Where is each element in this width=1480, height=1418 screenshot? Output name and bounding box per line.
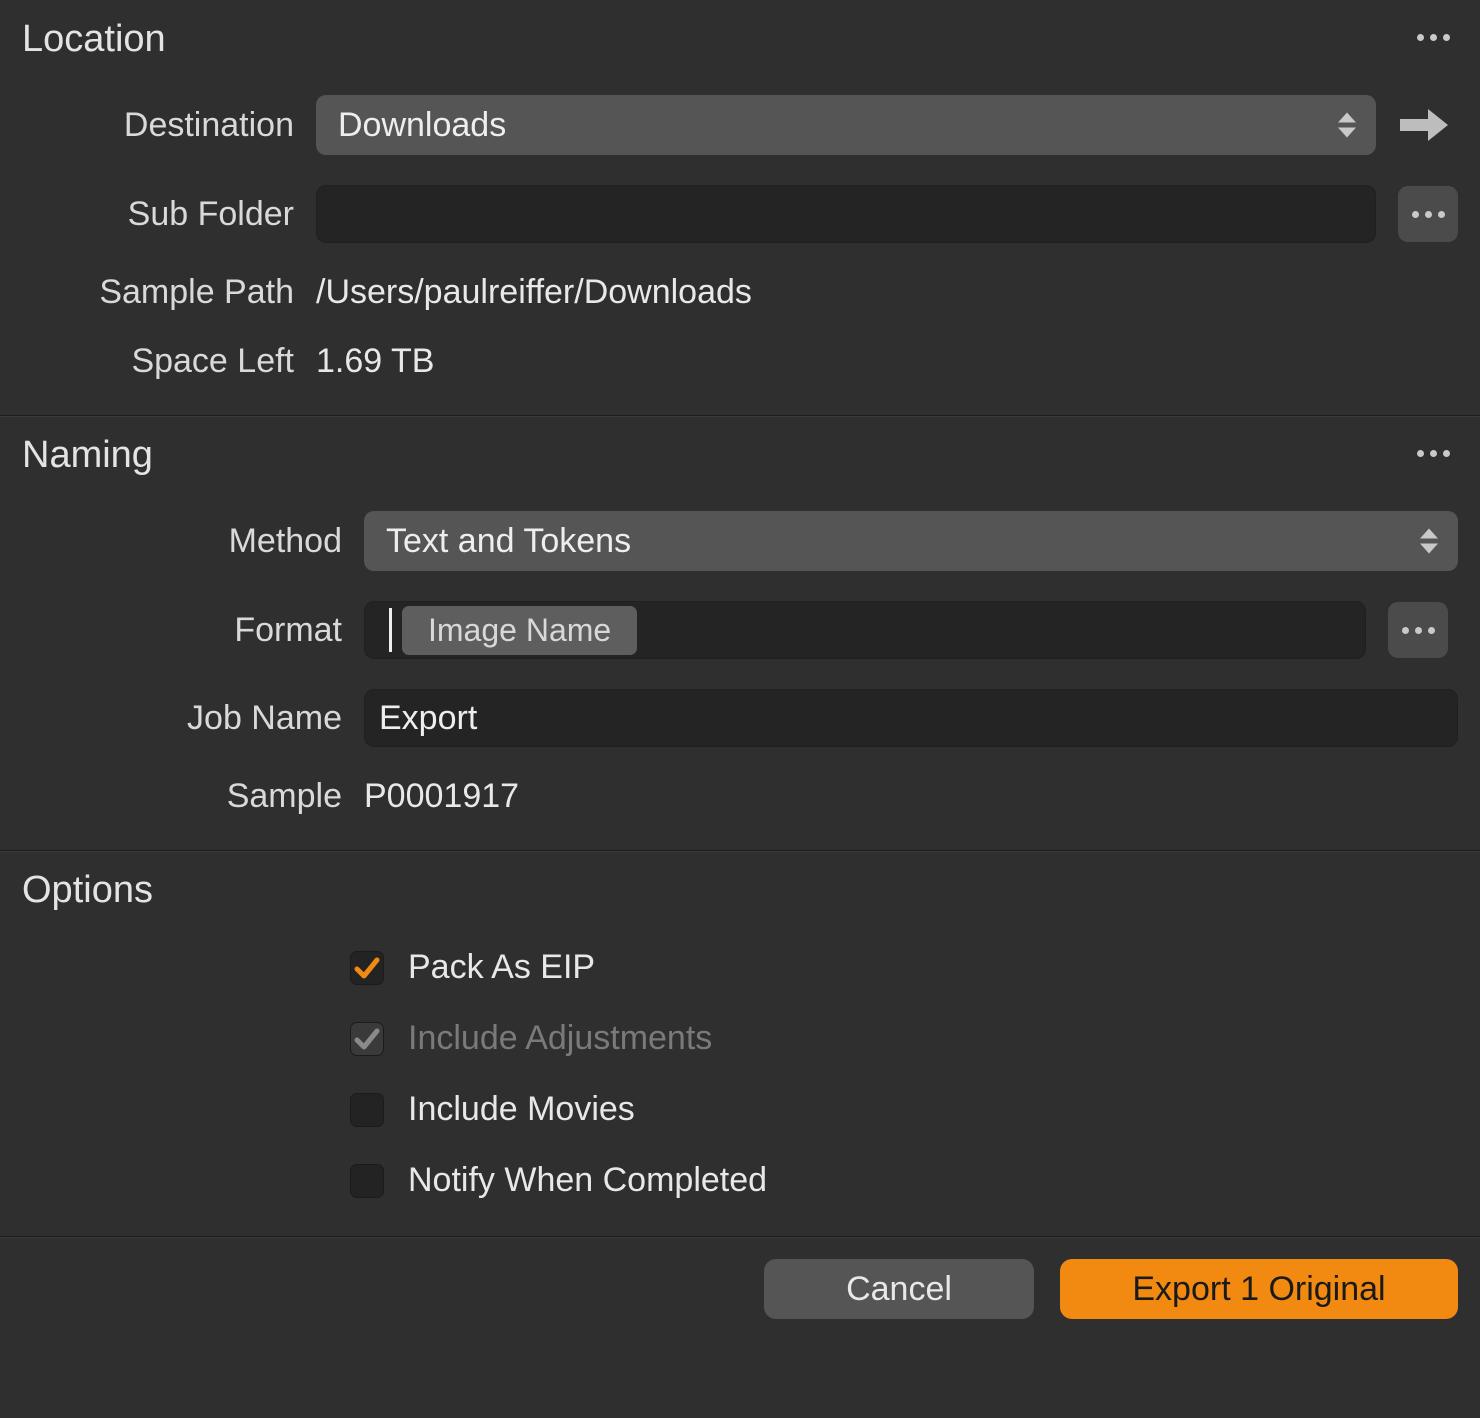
subfolder-input[interactable] — [316, 185, 1376, 243]
samplepath-label: Sample Path — [22, 273, 294, 312]
subfolder-label: Sub Folder — [22, 195, 294, 234]
chevron-updown-icon — [1420, 529, 1438, 554]
destination-value: Downloads — [338, 106, 506, 145]
notify-when-completed-label: Notify When Completed — [408, 1161, 767, 1200]
naming-more-icon[interactable] — [1410, 438, 1456, 468]
samplepath-value: /Users/paulreiffer/Downloads — [316, 273, 1376, 312]
pack-as-eip-checkbox[interactable] — [350, 951, 384, 985]
go-to-destination-arrow-icon[interactable] — [1398, 107, 1458, 143]
jobname-input[interactable]: Export — [364, 689, 1458, 747]
options-section: Options Pack As EIP Include Adjustments … — [0, 850, 1480, 1236]
spaceleft-value: 1.69 TB — [316, 342, 1376, 381]
include-adjustments-checkbox — [350, 1022, 384, 1056]
jobname-value: Export — [379, 699, 477, 738]
destination-label: Destination — [22, 106, 294, 145]
naming-section: Naming Method Text and Tokens Format Ima… — [0, 415, 1480, 850]
location-section: Location Destination Downloads Sub Folde… — [0, 0, 1480, 415]
export-button[interactable]: Export 1 Original — [1060, 1259, 1458, 1319]
pack-as-eip-label: Pack As EIP — [408, 948, 595, 987]
format-tokens-button[interactable] — [1388, 602, 1448, 658]
subfolder-browse-button[interactable] — [1398, 186, 1458, 242]
method-select[interactable]: Text and Tokens — [364, 511, 1458, 571]
location-title: Location — [22, 18, 1458, 61]
method-value: Text and Tokens — [386, 522, 631, 561]
include-movies-label: Include Movies — [408, 1090, 635, 1129]
ellipsis-icon — [1412, 211, 1445, 218]
cancel-button[interactable]: Cancel — [764, 1259, 1034, 1319]
naming-sample-value: P0001917 — [364, 777, 1366, 816]
spaceleft-label: Space Left — [22, 342, 294, 381]
format-input[interactable]: Image Name — [364, 601, 1366, 659]
notify-when-completed-checkbox[interactable] — [350, 1164, 384, 1198]
include-adjustments-label: Include Adjustments — [408, 1019, 712, 1058]
method-label: Method — [22, 522, 342, 561]
option-notify-when-completed: Notify When Completed — [350, 1161, 1458, 1200]
include-movies-checkbox[interactable] — [350, 1093, 384, 1127]
option-include-adjustments: Include Adjustments — [350, 1019, 1458, 1058]
location-more-icon[interactable] — [1410, 22, 1456, 52]
option-pack-as-eip: Pack As EIP — [350, 948, 1458, 987]
option-include-movies: Include Movies — [350, 1090, 1458, 1129]
options-body: Pack As EIP Include Adjustments Include … — [22, 946, 1458, 1200]
chevron-updown-icon — [1338, 113, 1356, 138]
jobname-label: Job Name — [22, 699, 342, 738]
format-token-image-name[interactable]: Image Name — [402, 606, 637, 655]
format-label: Format — [22, 611, 342, 650]
dialog-footer: Cancel Export 1 Original — [0, 1236, 1480, 1319]
naming-title: Naming — [22, 434, 1458, 477]
options-title: Options — [22, 869, 1458, 912]
text-cursor-icon — [389, 608, 392, 652]
ellipsis-icon — [1402, 627, 1435, 634]
destination-select[interactable]: Downloads — [316, 95, 1376, 155]
naming-sample-label: Sample — [22, 777, 342, 816]
